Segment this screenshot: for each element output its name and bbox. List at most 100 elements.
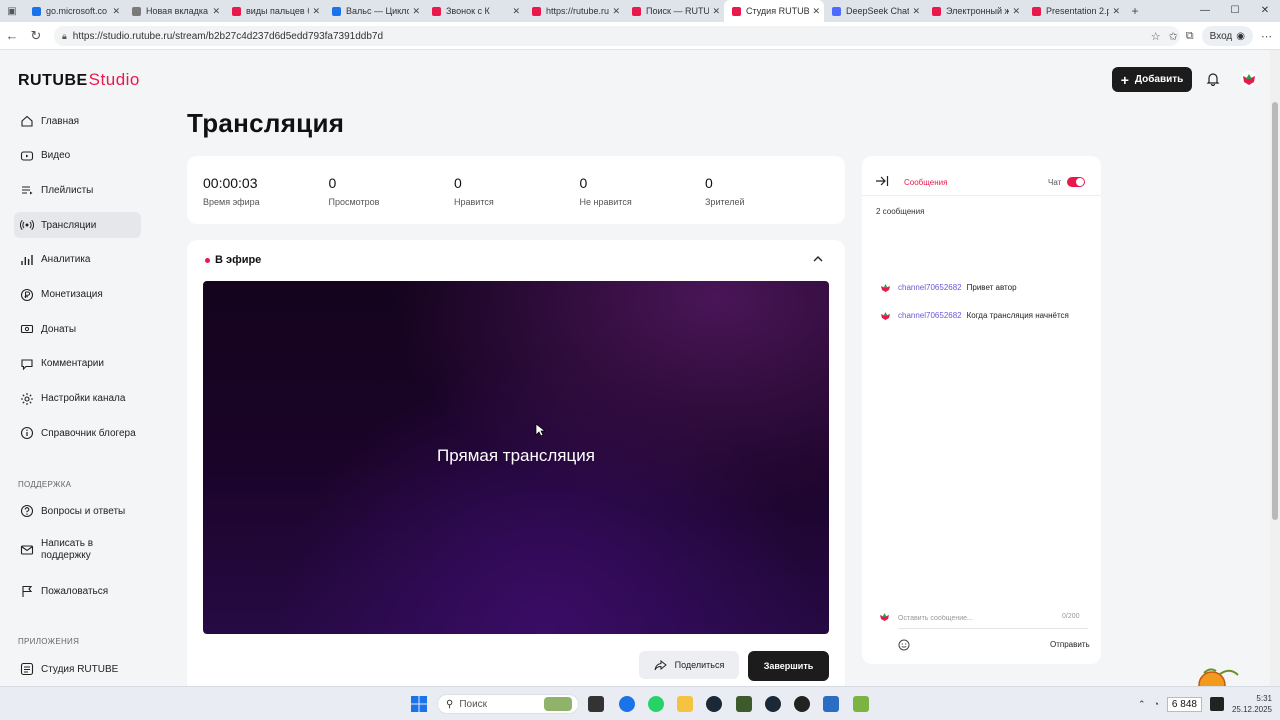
tab-close-icon[interactable]: ✕ bbox=[1112, 6, 1120, 17]
more-icon[interactable]: ⋯ bbox=[1261, 30, 1272, 43]
bell-icon[interactable] bbox=[1206, 72, 1220, 86]
tab-label: Звонок с К bbox=[446, 6, 490, 16]
whatsapp-icon[interactable] bbox=[648, 696, 664, 712]
steam-alt-icon[interactable] bbox=[765, 696, 781, 712]
chat-toggle[interactable] bbox=[1067, 177, 1085, 187]
windows-start-icon[interactable] bbox=[410, 695, 428, 713]
new-tab-button[interactable]: + bbox=[1124, 4, 1146, 18]
browser-tab[interactable]: Электронный ж ✕ bbox=[924, 0, 1024, 22]
message-author[interactable]: channel70652682 bbox=[898, 283, 962, 292]
user-avatar[interactable] bbox=[1240, 70, 1258, 88]
sidebar-item[interactable]: Студия RUTUBE bbox=[14, 656, 141, 682]
tab-close-icon[interactable]: ✕ bbox=[912, 6, 920, 17]
task-view-icon[interactable] bbox=[588, 696, 604, 712]
back-button[interactable]: ← bbox=[0, 28, 24, 43]
video-player[interactable]: Прямая трансляция bbox=[203, 281, 829, 634]
stat-label: Не нравится bbox=[579, 197, 632, 207]
network-icon[interactable]: ◔ bbox=[1153, 699, 1158, 709]
browser-tab[interactable]: виды пальцев б ✕ bbox=[224, 0, 324, 22]
tab-label: Presentation 2.p bbox=[1046, 6, 1110, 16]
calculator-icon[interactable] bbox=[823, 696, 839, 712]
sidebar-item[interactable]: Комментарии bbox=[14, 351, 141, 377]
minimize-button[interactable]: — bbox=[1190, 0, 1220, 22]
file-explorer-icon[interactable] bbox=[677, 696, 693, 712]
sidebar-item[interactable]: Аналитика bbox=[14, 247, 141, 273]
sidebar-item[interactable]: Трансляции bbox=[14, 212, 141, 239]
reload-button[interactable]: ↻ bbox=[24, 28, 48, 44]
sidebar-item[interactable]: Плейлисты bbox=[14, 177, 141, 203]
tab-close-icon[interactable]: ✕ bbox=[512, 6, 520, 17]
stat-item: 00:00:03 Время эфира bbox=[203, 175, 260, 207]
sidebar-item[interactable]: Справочник блогера bbox=[14, 420, 141, 446]
sidebar-item[interactable]: Видео bbox=[14, 143, 141, 169]
add-button[interactable]: + Добавить bbox=[1112, 67, 1192, 92]
tab-close-icon[interactable]: ✕ bbox=[812, 6, 820, 17]
clock-date: 25.12.2025 bbox=[1231, 705, 1272, 714]
sidebar-item[interactable]: Написать в поддержку bbox=[14, 535, 141, 565]
browser-tab[interactable]: Студия RUTUBE ✕ bbox=[724, 0, 824, 22]
broadcast-icon bbox=[20, 220, 34, 231]
browser-tab[interactable]: Новая вкладка ✕ bbox=[124, 0, 224, 22]
taskbar-search[interactable]: ⚲ Поиск bbox=[437, 694, 579, 714]
chat-message-input[interactable] bbox=[898, 610, 1048, 626]
notification-icon[interactable] bbox=[1209, 697, 1224, 711]
browser-tab[interactable]: Presentation 2.p ✕ bbox=[1024, 0, 1124, 22]
send-button[interactable]: Отправить bbox=[1050, 640, 1090, 649]
stat-item: 0 Зрителей bbox=[705, 175, 744, 207]
address-bar-row: ← ↻ 🔒︎ https://studio.rutube.ru/stream/b… bbox=[0, 22, 1280, 50]
close-window-button[interactable]: ✕ bbox=[1250, 0, 1280, 22]
login-button[interactable]: Вход ◉ bbox=[1201, 26, 1253, 46]
emoji-icon[interactable] bbox=[898, 639, 910, 651]
sidebar-item-label: Аналитика bbox=[41, 254, 91, 266]
tab-messages[interactable]: Сообщения bbox=[904, 178, 947, 187]
collections-icon[interactable]: ⧉ bbox=[1186, 30, 1194, 43]
sidebar-item[interactable]: Настройки канала bbox=[14, 386, 141, 412]
sidebar-item-label: Написать в поддержку bbox=[41, 538, 94, 561]
collapse-chat-icon[interactable] bbox=[875, 175, 889, 187]
browser-tab[interactable]: DeepSeek Chat ✕ bbox=[824, 0, 924, 22]
edge-browser-icon[interactable] bbox=[619, 696, 635, 712]
steam-icon[interactable] bbox=[706, 696, 722, 712]
minecraft-icon[interactable] bbox=[736, 696, 752, 712]
favorites-icon[interactable]: ✩ bbox=[1169, 30, 1178, 43]
tab-close-icon[interactable]: ✕ bbox=[712, 6, 720, 17]
sidebar-item[interactable]: Главная bbox=[14, 108, 141, 134]
url-field[interactable]: 🔒︎ https://studio.rutube.ru/stream/b2b27… bbox=[54, 26, 1180, 46]
tab-close-icon[interactable]: ✕ bbox=[112, 6, 120, 17]
sidebar-item[interactable]: Вопросы и ответы bbox=[14, 498, 141, 524]
rutube-studio-logo[interactable]: RUTUBEStudio bbox=[18, 70, 140, 90]
sidebar-item[interactable]: Монетизация bbox=[14, 282, 141, 308]
maximize-button[interactable]: ☐ bbox=[1220, 0, 1250, 22]
browser-tab[interactable]: Поиск — RUTUB ✕ bbox=[624, 0, 724, 22]
finish-button[interactable]: Завершить bbox=[748, 651, 829, 681]
message-author[interactable]: channel70652682 bbox=[898, 311, 962, 320]
tab-close-icon[interactable]: ✕ bbox=[1012, 6, 1020, 17]
tab-close-icon[interactable]: ✕ bbox=[412, 6, 420, 17]
browser-tab[interactable]: https://rutube.ru ✕ bbox=[524, 0, 624, 22]
app-icon[interactable] bbox=[794, 696, 810, 712]
game-icon[interactable] bbox=[853, 696, 869, 712]
plus-icon: + bbox=[1120, 71, 1129, 88]
tab-close-icon[interactable]: ✕ bbox=[312, 6, 320, 17]
stats-panel: 00:00:03 Время эфира 0 Просмотров 0 Нравится 0… bbox=[187, 156, 845, 224]
tab-label: DeepSeek Chat bbox=[846, 6, 910, 16]
tray-badge[interactable]: 6 848 bbox=[1166, 696, 1202, 712]
chevron-up-icon[interactable] bbox=[811, 252, 825, 266]
tray-chevron-icon[interactable]: ⌃ bbox=[1138, 699, 1146, 710]
share-button[interactable]: Поделиться bbox=[639, 651, 739, 679]
add-button-label: Добавить bbox=[1134, 74, 1184, 85]
scrollbar-thumb[interactable] bbox=[1272, 102, 1278, 520]
sidebar-item[interactable]: Пожаловаться bbox=[14, 578, 141, 604]
tab-close-icon[interactable]: ✕ bbox=[612, 6, 620, 17]
page-scrollbar[interactable] bbox=[1270, 50, 1280, 686]
faq-icon bbox=[20, 504, 34, 518]
live-status-label: В эфире bbox=[215, 254, 262, 266]
sidebar-item[interactable]: Донаты bbox=[14, 316, 141, 342]
window-menu-icon[interactable]: ▣ bbox=[0, 0, 24, 22]
browser-tab[interactable]: go.microsoft.co ✕ bbox=[24, 0, 124, 22]
tab-close-icon[interactable]: ✕ bbox=[212, 6, 220, 17]
favorite-star-icon[interactable]: ☆ bbox=[1151, 30, 1161, 43]
clock[interactable]: 5:31 25.12.2025 bbox=[1232, 693, 1272, 715]
browser-tab[interactable]: Вальс — Цикло ✕ bbox=[324, 0, 424, 22]
browser-tab[interactable]: Звонок с К ✕ bbox=[424, 0, 524, 22]
